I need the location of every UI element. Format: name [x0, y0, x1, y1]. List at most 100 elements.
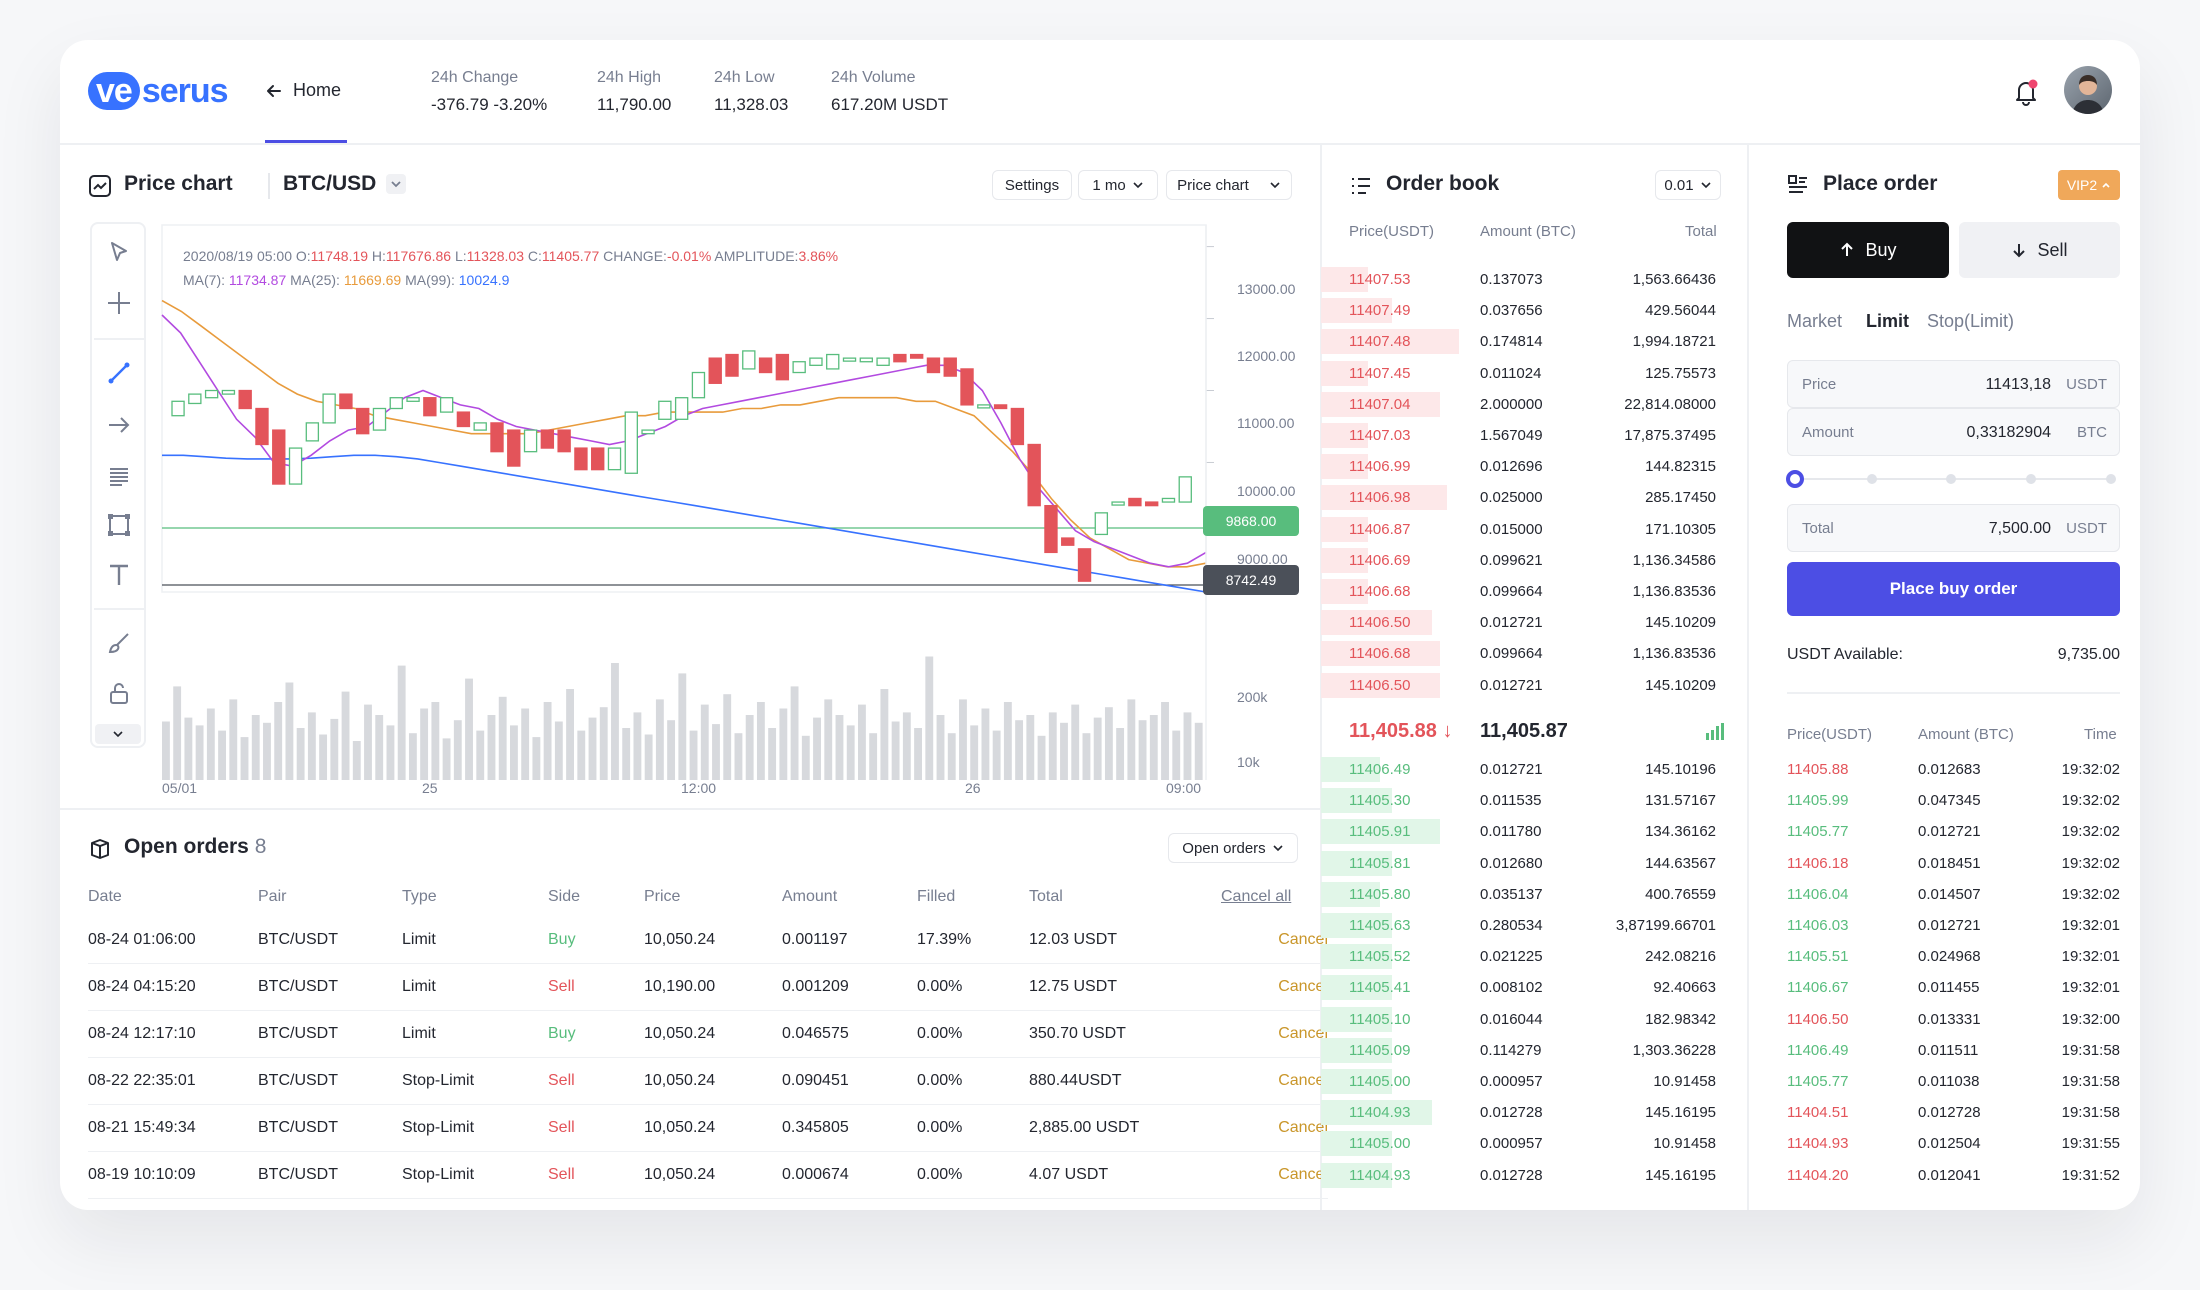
- volume-bar: [375, 715, 384, 780]
- candle: [926, 357, 941, 374]
- candlestick-chart[interactable]: [60, 40, 1320, 808]
- notification-bell-icon[interactable]: [2011, 77, 2041, 107]
- trade-price: 11405.88: [1787, 761, 1849, 778]
- candle: [591, 447, 605, 471]
- order-book-row[interactable]: 11406.50 0.012721 145.10209: [1321, 607, 1716, 638]
- order-book-row[interactable]: 11406.50 0.012721 145.10209: [1321, 670, 1716, 701]
- candle: [473, 422, 487, 431]
- order-book-row[interactable]: 11407.53 0.137073 1,563.66436: [1321, 264, 1716, 295]
- amount-field-label: Amount: [1802, 424, 1854, 441]
- order-filled: 0.00%: [917, 1025, 963, 1042]
- ob-total: 1,136.83536: [1632, 583, 1716, 600]
- volume-bar: [611, 663, 619, 780]
- order-book-row[interactable]: 11406.49 0.012721 145.10196: [1321, 754, 1716, 785]
- ob-price: 11407.49: [1349, 302, 1411, 320]
- ob-amount: 1.567049: [1480, 427, 1543, 444]
- order-book-row[interactable]: 11405.52 0.021225 242.08216: [1321, 941, 1716, 972]
- order-price: 10,050.24: [644, 1166, 716, 1183]
- amount-slider-thumb[interactable]: [1786, 470, 1804, 488]
- order-book-row[interactable]: 11406.98 0.025000 285.17450: [1321, 482, 1716, 513]
- order-book-row[interactable]: 11405.41 0.008102 92.40663: [1321, 972, 1716, 1003]
- ob-price: 11405.00: [1349, 1073, 1411, 1090]
- order-type-tab-limit[interactable]: Limit: [1866, 311, 1909, 332]
- order-book-row[interactable]: 11405.63 0.280534 3,87199.66701: [1321, 910, 1716, 941]
- sell-tab-button[interactable]: Sell: [1959, 222, 2120, 278]
- last-price: 11,405.88 ↓: [1349, 720, 1452, 743]
- cancel-all-link[interactable]: Cancel all: [1221, 888, 1291, 906]
- order-book-row[interactable]: 11406.68 0.099664 1,136.83536: [1321, 638, 1716, 669]
- order-book-row[interactable]: 11406.87 0.015000 171.10305: [1321, 514, 1716, 545]
- candle: [574, 447, 588, 471]
- order-book-row[interactable]: 11405.10 0.016044 182.98342: [1321, 1004, 1716, 1035]
- order-filled: 0.00%: [917, 1072, 963, 1089]
- orders-filter-select[interactable]: Open orders: [1168, 833, 1298, 863]
- ma-info: MA(7): 11734.87 MA(25): 11669.69 MA(99):…: [183, 272, 509, 288]
- order-book-row[interactable]: 11406.99 0.012696 144.82315: [1321, 451, 1716, 482]
- order-book-row[interactable]: 11407.03 1.567049 17,875.37495: [1321, 420, 1716, 451]
- volume-bar: [801, 735, 810, 780]
- table-row: 08-24 01:06:00 BTC/USDT Limit Buy 10,050.24 0…: [88, 917, 1328, 964]
- price-field[interactable]: Price 11413,18 USDT: [1787, 360, 2120, 408]
- order-book-row[interactable]: 11407.48 0.174814 1,994.18721: [1321, 326, 1716, 357]
- trade-amount: 0.047345: [1918, 792, 1981, 810]
- volume-bar: [352, 741, 361, 780]
- order-total: 12.75 USDT: [1029, 978, 1118, 995]
- trade-price: 11405.77: [1787, 823, 1849, 841]
- price-axis-label: 13000.00: [1237, 281, 1296, 297]
- total-field-value[interactable]: 7,500.00: [1989, 520, 2051, 538]
- candle: [490, 422, 504, 453]
- amount-field-value[interactable]: 0,33182904: [1966, 424, 2051, 442]
- order-book-row[interactable]: 11405.00 0.000957 10.91458: [1321, 1066, 1716, 1097]
- order-type-tab-market[interactable]: Market: [1787, 311, 1842, 332]
- order-price: 10,050.24: [644, 1072, 716, 1089]
- index-price: 11,405.87: [1480, 720, 1568, 742]
- user-avatar[interactable]: [2064, 66, 2112, 114]
- slider-step-dot[interactable]: [2026, 474, 2036, 484]
- vip-badge[interactable]: VIP2: [2058, 170, 2120, 200]
- order-book-row[interactable]: 11405.00 0.000957 10.91458: [1321, 1128, 1716, 1159]
- buy-tab-button[interactable]: Buy: [1787, 222, 1949, 278]
- order-book-title: Order book: [1386, 172, 1500, 195]
- ob-price: 11407.03: [1349, 427, 1411, 444]
- ob-price: 11406.98: [1349, 489, 1411, 507]
- volume-bar: [420, 708, 429, 780]
- order-book-row[interactable]: 11404.93 0.012728 145.16195: [1321, 1160, 1716, 1191]
- place-buy-order-button[interactable]: Place buy order: [1787, 562, 2120, 616]
- slider-step-dot[interactable]: [1867, 474, 1877, 484]
- order-book-row[interactable]: 11407.04 2.000000 22,814.08000: [1321, 389, 1716, 420]
- order-pair: BTC/USDT: [258, 1025, 338, 1042]
- order-total: 350.70 USDT: [1029, 1025, 1126, 1042]
- order-type-tab-stop-limit[interactable]: Stop(Limit): [1927, 311, 2014, 332]
- ob-total: 145.10196: [1645, 761, 1716, 778]
- order-book-row[interactable]: 11406.68 0.099664 1,136.83536: [1321, 576, 1716, 607]
- ob-amount: 0.174814: [1480, 333, 1543, 351]
- order-book-row[interactable]: 11406.69 0.099621 1,136.34586: [1321, 545, 1716, 576]
- order-price: 10,050.24: [644, 1119, 716, 1136]
- trades-header-amount: Amount (BTC): [1918, 726, 2014, 743]
- total-field[interactable]: Total 7,500.00 USDT: [1787, 504, 2120, 552]
- price-field-value[interactable]: 11413,18: [1985, 376, 2051, 394]
- order-book-row[interactable]: 11405.81 0.012680 144.63567: [1321, 848, 1716, 879]
- total-field-label: Total: [1802, 520, 1834, 537]
- vip-label: VIP2: [2066, 177, 2098, 193]
- amount-field[interactable]: Amount 0,33182904 BTC: [1787, 408, 2120, 456]
- order-book-row[interactable]: 11404.93 0.012728 145.16195: [1321, 1097, 1716, 1128]
- slider-step-dot[interactable]: [2106, 474, 2116, 484]
- ob-header-price: Price(USDT): [1349, 223, 1434, 240]
- volume-bar: [487, 715, 496, 780]
- order-book-row[interactable]: 11405.91 0.011780 134.36162: [1321, 816, 1716, 847]
- precision-select[interactable]: 0.01: [1655, 170, 1721, 200]
- order-type: Limit: [402, 978, 436, 995]
- order-book-row[interactable]: 11405.30 0.011535 131.57167: [1321, 785, 1716, 816]
- order-book-row[interactable]: 11407.49 0.037656 429.56044: [1321, 295, 1716, 326]
- order-date: 08-24 12:17:10: [88, 1025, 196, 1042]
- order-book-row[interactable]: 11405.80 0.035137 400.76559: [1321, 879, 1716, 910]
- order-book-row[interactable]: 11407.45 0.011024 125.75573: [1321, 358, 1716, 389]
- ob-amount: 0.012680: [1480, 854, 1543, 872]
- volume-bar: [599, 707, 608, 780]
- order-book-row[interactable]: 11405.09 0.114279 1,303.36228: [1321, 1035, 1716, 1066]
- ob-amount: 0.011024: [1480, 364, 1542, 382]
- candle: [523, 429, 538, 453]
- slider-step-dot[interactable]: [1946, 474, 1956, 484]
- volume-bar: [1026, 715, 1035, 780]
